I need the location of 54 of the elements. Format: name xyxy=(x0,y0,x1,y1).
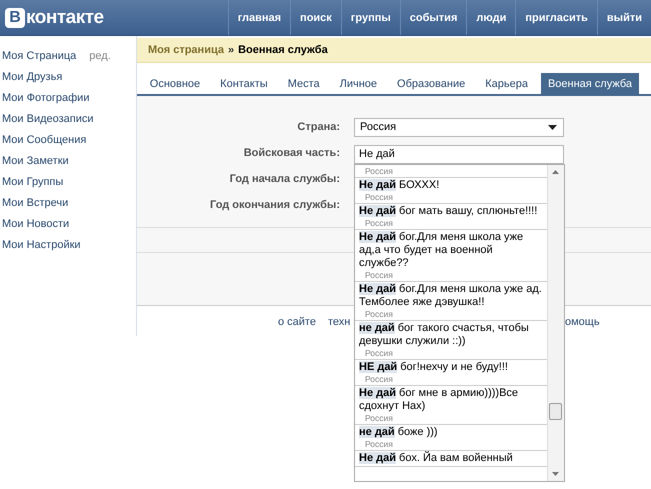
nav-link[interactable]: люди xyxy=(466,0,516,35)
suggestion-country: Россия xyxy=(364,192,394,202)
nav-link[interactable]: главная xyxy=(228,0,290,35)
breadcrumb-link[interactable]: Моя страница xyxy=(148,44,224,56)
tab[interactable]: Военная служба xyxy=(540,73,639,94)
suggestion-country: Россия xyxy=(364,439,394,449)
tab[interactable]: Личное xyxy=(332,73,384,94)
nav-link[interactable]: выйти xyxy=(596,0,651,35)
sidebar-link[interactable]: Мои Настройки xyxy=(2,238,81,250)
tab[interactable]: Образование xyxy=(390,73,472,94)
nav-link[interactable]: события xyxy=(400,0,466,35)
logo-mark[interactable]: В xyxy=(5,8,25,28)
tab[interactable]: Карьера xyxy=(478,73,535,94)
nav-link[interactable]: группы xyxy=(340,0,400,35)
scrollbar-thumb[interactable] xyxy=(549,403,562,420)
footer-link[interactable]: техн xyxy=(328,316,350,328)
suggestion-country: Россия xyxy=(364,309,394,319)
suggestion-country: Россия xyxy=(364,218,394,228)
scrollbar[interactable] xyxy=(547,165,564,481)
suggestion-country: Россия xyxy=(364,270,394,280)
logo-text[interactable]: контакте xyxy=(26,6,104,28)
suggestion-country: Россия xyxy=(364,166,394,176)
sidebar-link[interactable]: Мои Фотографии xyxy=(2,92,90,104)
breadcrumb-separator: » xyxy=(228,44,234,56)
suggestion-country: Россия xyxy=(364,374,394,384)
sidebar-link[interactable]: Мои Заметки xyxy=(2,154,69,166)
sidebar-link[interactable]: Мои Друзья xyxy=(2,70,62,82)
sidebar-link[interactable]: Мои Видеозаписи xyxy=(2,112,94,124)
sidebar-link[interactable]: Моя Страница xyxy=(2,50,76,62)
suggestion-item[interactable]: Не дай бох. Йа вам войенный xyxy=(355,451,548,467)
edit-link[interactable]: ред. xyxy=(89,50,111,62)
sidebar-link[interactable]: Мои Новости xyxy=(2,218,70,230)
footer-link[interactable]: омощь xyxy=(565,316,600,328)
scroll-down-icon[interactable] xyxy=(551,471,560,477)
search-field[interactable]: Не дай xyxy=(354,144,564,164)
suggestion-country: Россия xyxy=(364,348,394,358)
nav-link[interactable]: поиск xyxy=(290,0,341,35)
scroll-up-icon[interactable] xyxy=(551,169,560,175)
sidebar-link[interactable]: Мои Группы xyxy=(2,176,64,188)
tab[interactable]: Основное xyxy=(142,73,208,94)
field-label: Год начала службы: xyxy=(228,173,340,185)
field-label: Войсковая часть: xyxy=(242,147,340,159)
sidebar-link[interactable]: Мои Сообщения xyxy=(2,134,86,146)
country-select[interactable]: Россия xyxy=(354,118,564,136)
footer-link[interactable]: о сайте xyxy=(278,316,316,328)
caret-icon xyxy=(548,124,557,130)
tab[interactable]: Контакты xyxy=(213,73,275,94)
field-label: Страна: xyxy=(296,121,340,133)
tab[interactable]: Места xyxy=(280,73,327,94)
sidebar-link[interactable]: Мои Встречи xyxy=(2,196,68,208)
page-title: Военная служба xyxy=(238,44,328,56)
nav-link[interactable]: пригласить xyxy=(515,0,597,35)
field-label: Год окончания службы: xyxy=(209,199,340,211)
suggestion-country: Россия xyxy=(364,413,394,423)
